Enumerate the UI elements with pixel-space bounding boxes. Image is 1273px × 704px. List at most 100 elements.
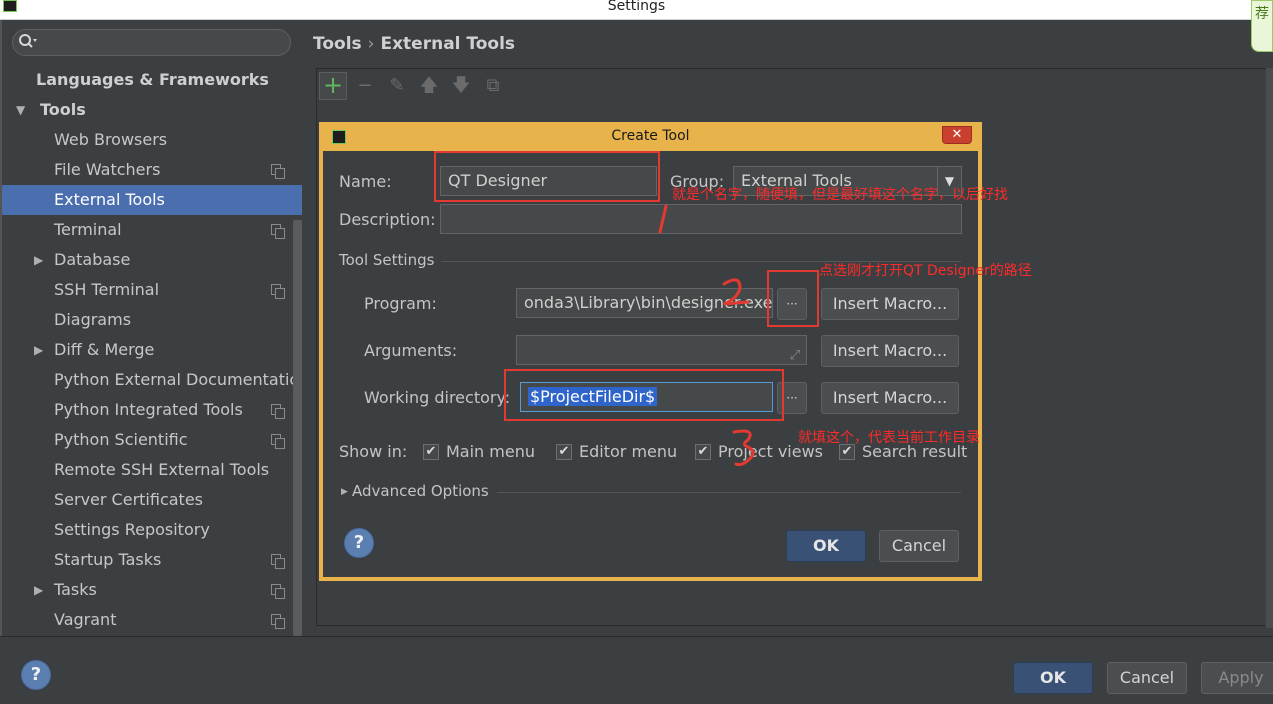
sidebar-item-label: Database bbox=[54, 250, 131, 269]
move-up-button[interactable]: 🡅 bbox=[415, 72, 443, 100]
working-directory-label: Working directory: bbox=[364, 388, 511, 407]
ok-button[interactable]: OK bbox=[786, 530, 866, 562]
annotation-note-program: 点选刚才打开QT Designer的路径 bbox=[819, 263, 1032, 279]
program-insert-macro-button[interactable]: Insert Macro... bbox=[821, 288, 959, 320]
main-menu-label[interactable]: Main menu bbox=[446, 442, 535, 461]
settings-cancel-button[interactable]: Cancel bbox=[1107, 662, 1187, 694]
sidebar-item-settings-repository[interactable]: Settings Repository bbox=[2, 515, 302, 545]
settings-apply-button[interactable]: Apply bbox=[1201, 662, 1273, 694]
project-scope-icon bbox=[271, 164, 285, 179]
editor-menu-label[interactable]: Editor menu bbox=[579, 442, 677, 461]
help-button[interactable]: ? bbox=[344, 528, 374, 558]
search-icon[interactable] bbox=[18, 33, 40, 53]
floating-widget-label: 荐 bbox=[1255, 6, 1269, 22]
sidebar-item-python-external-documentatic[interactable]: Python External Documentatic bbox=[2, 365, 302, 395]
annotation-mark-2 bbox=[722, 278, 750, 306]
edit-tool-button[interactable]: ✎ bbox=[383, 72, 411, 100]
description-field[interactable] bbox=[440, 204, 962, 234]
chevron-right-icon[interactable]: ▶ bbox=[34, 575, 43, 605]
project-scope-icon bbox=[271, 404, 285, 419]
sidebar-item-label: Diff & Merge bbox=[54, 340, 155, 359]
settings-help-button[interactable]: ? bbox=[21, 660, 51, 690]
sidebar-item-python-scientific[interactable]: Python Scientific bbox=[2, 425, 302, 455]
sidebar-item-label: Settings Repository bbox=[54, 520, 210, 539]
editor-menu-checkbox[interactable]: ✔ bbox=[556, 444, 572, 460]
sidebar-item-ssh-terminal[interactable]: SSH Terminal bbox=[2, 275, 302, 305]
working-directory-insert-macro-button[interactable]: Insert Macro... bbox=[821, 382, 959, 414]
project-views-checkbox[interactable]: ✔ bbox=[695, 444, 711, 460]
sidebar-item-label: Tools bbox=[40, 100, 86, 119]
sidebar-item-label: Python External Documentatic bbox=[54, 370, 299, 389]
sidebar-item-tools[interactable]: ▼ Tools bbox=[2, 95, 302, 125]
show-in-label: Show in: bbox=[339, 442, 408, 461]
sidebar-item-label: Vagrant bbox=[54, 610, 117, 629]
main-menu-checkbox[interactable]: ✔ bbox=[423, 444, 439, 460]
breadcrumb-current: External Tools bbox=[380, 34, 516, 54]
sidebar-scrollbar[interactable] bbox=[293, 220, 302, 636]
project-scope-icon bbox=[271, 554, 285, 569]
sidebar-item-tasks[interactable]: ▶ Tasks bbox=[2, 575, 302, 605]
sidebar-item-python-integrated-tools[interactable]: Python Integrated Tools bbox=[2, 395, 302, 425]
add-tool-button[interactable]: + bbox=[319, 72, 347, 100]
annotation-box-browse bbox=[767, 270, 819, 327]
annotation-note-name: 就是个名字，随便填，但是最好填这个名字，以后好找 bbox=[672, 187, 1008, 203]
close-button[interactable]: ✕ bbox=[942, 126, 972, 144]
chevron-down-icon[interactable]: ▼ bbox=[16, 95, 25, 125]
breadcrumb-parent[interactable]: Tools bbox=[313, 34, 362, 54]
sidebar-item-label: Remote SSH External Tools bbox=[54, 460, 270, 479]
sidebar-item-web-browsers[interactable]: Web Browsers bbox=[2, 125, 302, 155]
annotation-note-workdir: 就填这个，代表当前工作目录 bbox=[798, 430, 980, 446]
sidebar-item-languages-frameworks[interactable]: Languages & Frameworks bbox=[2, 65, 302, 95]
arguments-field[interactable]: ⤢ bbox=[516, 335, 807, 365]
remove-tool-button[interactable]: − bbox=[351, 72, 379, 100]
sidebar-item-external-tools[interactable]: External Tools bbox=[2, 185, 302, 215]
sidebar-item-label: External Tools bbox=[54, 190, 165, 209]
sidebar-item-label: Server Certificates bbox=[54, 490, 203, 509]
chevron-right-icon[interactable]: ▶ bbox=[34, 335, 43, 365]
sidebar-item-server-certificates[interactable]: Server Certificates bbox=[2, 485, 302, 515]
sidebar-item-label: File Watchers bbox=[54, 160, 161, 179]
copy-tool-button[interactable]: ⧉ bbox=[479, 72, 507, 100]
sidebar-item-remote-ssh-external-tools[interactable]: Remote SSH External Tools bbox=[2, 455, 302, 485]
settings-sidebar: Languages & Frameworks ▼ Tools Web Browsers… bbox=[0, 20, 302, 636]
content-scrollbar[interactable] bbox=[1266, 68, 1273, 628]
project-scope-icon bbox=[271, 584, 285, 599]
sidebar-item-diff-merge[interactable]: ▶ Diff & Merge bbox=[2, 335, 302, 365]
arguments-label: Arguments: bbox=[364, 341, 458, 360]
floating-widget[interactable]: 荐 bbox=[1251, 0, 1273, 52]
move-down-button[interactable]: 🡇 bbox=[447, 72, 475, 100]
sidebar-item-vagrant[interactable]: Vagrant bbox=[2, 605, 302, 635]
name-label: Name: bbox=[339, 172, 392, 191]
sidebar-item-label: Terminal bbox=[54, 220, 122, 239]
search-input[interactable] bbox=[12, 29, 291, 56]
dialog-title: Create Tool bbox=[611, 128, 690, 144]
sidebar-item-label: Languages & Frameworks bbox=[36, 70, 269, 89]
cancel-button[interactable]: Cancel bbox=[879, 530, 959, 562]
sidebar-item-label: Web Browsers bbox=[54, 130, 168, 149]
advanced-options-toggle[interactable]: Advanced Options bbox=[352, 482, 489, 500]
sidebar-item-terminal[interactable]: Terminal bbox=[2, 215, 302, 245]
project-scope-icon bbox=[271, 224, 285, 239]
annotation-mark-1 bbox=[658, 204, 668, 234]
sidebar-item-label: Python Scientific bbox=[54, 430, 188, 449]
project-scope-icon bbox=[271, 614, 285, 629]
settings-ok-button[interactable]: OK bbox=[1013, 662, 1093, 694]
expand-icon[interactable]: ⤢ bbox=[790, 342, 800, 364]
sidebar-item-label: Python Integrated Tools bbox=[54, 400, 243, 419]
tool-settings-heading: Tool Settings bbox=[339, 251, 435, 269]
annotation-mark-3 bbox=[732, 429, 755, 467]
description-label: Description: bbox=[339, 210, 436, 229]
chevron-right-icon[interactable]: ▶ bbox=[34, 245, 43, 275]
arguments-insert-macro-button[interactable]: Insert Macro... bbox=[821, 335, 959, 367]
sidebar-item-startup-tasks[interactable]: Startup Tasks bbox=[2, 545, 302, 575]
sidebar-item-database[interactable]: ▶ Database bbox=[2, 245, 302, 275]
dialog-title-bar: Create Tool ✕ bbox=[323, 126, 978, 151]
expand-arrow-icon[interactable]: ▶ bbox=[341, 487, 348, 497]
project-scope-icon bbox=[271, 434, 285, 449]
sidebar-item-label: Diagrams bbox=[54, 310, 132, 329]
sidebar-item-file-watchers[interactable]: File Watchers bbox=[2, 155, 302, 185]
program-label: Program: bbox=[364, 294, 437, 313]
annotation-box-workdir bbox=[504, 369, 784, 421]
sidebar-item-label: SSH Terminal bbox=[54, 280, 160, 299]
sidebar-item-diagrams[interactable]: Diagrams bbox=[2, 305, 302, 335]
